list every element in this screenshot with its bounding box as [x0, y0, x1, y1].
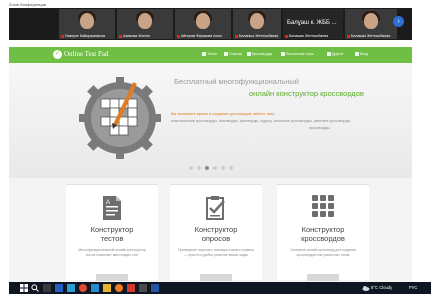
- app-icon[interactable]: [151, 284, 159, 292]
- mic-muted-icon: [119, 34, 122, 38]
- cloud-icon: [362, 286, 370, 291]
- taskbar: 8°C Cloudy РУС: [9, 282, 431, 294]
- card-button[interactable]: [200, 274, 232, 281]
- language-indicator[interactable]: РУС: [409, 285, 417, 290]
- hero-title: Бесплатный многофункциональный: [174, 77, 299, 86]
- mic-muted-icon: [61, 34, 64, 38]
- powerpoint-app-icon[interactable]: [127, 284, 135, 292]
- hero-description-end: кроссворды: [309, 126, 330, 130]
- participant-face: [196, 13, 210, 29]
- participant-tile[interactable]: Назерке Кайыржанкызы: [59, 9, 115, 39]
- mic-muted-icon: [235, 34, 238, 38]
- mic-muted-icon: [285, 34, 288, 38]
- logo-mark-icon: ✓: [53, 50, 62, 59]
- site-nav: ✓ Online Test Pad Тесты Опросы Кроссворды…: [9, 47, 412, 63]
- participant-name: Баланша Жетпысбаева: [239, 34, 279, 38]
- video-strip: Назерке Кайыржанкызы Азимова Жанна Айгер…: [9, 8, 412, 40]
- card-surveys[interactable]: Конструктор опросов Проведение опросов с…: [170, 184, 262, 281]
- card-description: Многофункциональный онлайн конструктор: [78, 248, 146, 252]
- mic-muted-icon: [347, 34, 350, 38]
- app-icon[interactable]: [139, 284, 147, 292]
- weather-text[interactable]: 8°C Cloudy: [371, 285, 392, 290]
- card-description: Составьте онлайн кроссворд для создания: [290, 248, 356, 252]
- carousel-dot[interactable]: [204, 166, 209, 170]
- participant-face: [364, 13, 378, 29]
- hero-banner: Бесплатный многофункциональный онлайн ко…: [9, 63, 412, 178]
- checklist-icon: [206, 196, 225, 220]
- card-description: — просто и удобно решение ваших задач: [184, 253, 248, 257]
- card-title: тестов: [100, 234, 124, 243]
- web-page: ✓ Online Test Pad Тесты Опросы Кроссворды…: [9, 47, 412, 282]
- login-icon: [355, 52, 359, 57]
- participant-tile[interactable]: Балұаш к. ЖББ ... Балашах Жетпысбаева: [283, 9, 343, 39]
- card-crosswords[interactable]: Конструктор кроссвордов Составьте онлайн…: [277, 184, 369, 281]
- carousel-dot[interactable]: [196, 166, 201, 170]
- card-title: Конструктор: [194, 225, 238, 234]
- task-view-icon[interactable]: [43, 284, 51, 292]
- card-description: кроссвордов или различных типов: [296, 253, 350, 257]
- screen: Zoom Конференция Назерке Кайыржанкызы Аз…: [0, 0, 443, 298]
- nav-crosswords[interactable]: Кроссворды: [247, 52, 272, 57]
- document-icon: A: [103, 196, 121, 220]
- participant-name: Азимова Жанна: [123, 34, 150, 38]
- card-title: Конструктор: [90, 225, 134, 234]
- hero-tagline: Вы экономите время в создании кроссвордо…: [171, 112, 275, 116]
- firefox-app-icon[interactable]: [115, 284, 123, 292]
- participant-name: Балашах Жетпысбаева: [351, 34, 391, 38]
- card-description: Проведение опросов с помощью нашего серв…: [178, 248, 254, 252]
- carousel-dots: [9, 166, 412, 170]
- carousel-dot[interactable]: [212, 166, 217, 170]
- chrome-app-icon[interactable]: [79, 284, 87, 292]
- participant-tile[interactable]: Баланша Жетпысбаева: [233, 9, 281, 39]
- crosswords-icon: [247, 52, 251, 57]
- card-title: опросов: [201, 234, 231, 243]
- more-icon: [327, 52, 331, 57]
- mic-muted-icon: [177, 34, 180, 38]
- conference-title: Zoom Конференция: [9, 2, 46, 7]
- search-icon[interactable]: [31, 284, 39, 292]
- participant-face: [80, 13, 94, 29]
- puzzle-icon: [281, 52, 285, 57]
- grid-icon: [312, 195, 334, 217]
- card-button[interactable]: [307, 274, 339, 281]
- participant-big-name: Балұаш к. ЖББ ...: [287, 20, 337, 26]
- site-logo-text: Online Test Pad: [64, 50, 109, 59]
- nav-tests[interactable]: Тесты: [202, 52, 217, 57]
- participant-tile[interactable]: Айгерим Фиразова Асыл: [175, 9, 231, 39]
- participant-face: [138, 13, 152, 29]
- participant-face: [250, 13, 264, 29]
- nav-login[interactable]: Вход: [355, 52, 368, 57]
- edge-app-icon[interactable]: [91, 284, 99, 292]
- surveys-icon: [224, 52, 228, 57]
- svg-text:A: A: [106, 200, 110, 206]
- participant-tile[interactable]: Балашах Жетпысбаева: [345, 9, 397, 39]
- hero-subtitle: онлайн конструктор кроссвордов: [249, 89, 364, 98]
- participant-name: Балашах Жетпысбаева: [289, 34, 329, 38]
- card-tests[interactable]: A Конструктор тестов Многофункциональный…: [66, 184, 158, 281]
- chevron-right-icon[interactable]: ›: [393, 16, 404, 27]
- tests-icon: [202, 52, 206, 57]
- site-logo[interactable]: ✓ Online Test Pad: [53, 50, 109, 59]
- windows-start-icon[interactable]: [20, 284, 28, 292]
- file-explorer-icon[interactable]: [103, 284, 111, 292]
- card-button[interactable]: [96, 274, 128, 281]
- zoom-app-icon[interactable]: [67, 284, 75, 292]
- crossword-gear-icon: [79, 77, 161, 159]
- nav-other[interactable]: Другое: [327, 52, 343, 57]
- card-title: кроссвордов: [301, 234, 345, 243]
- participant-name: Назерке Кайыржанкызы: [65, 34, 106, 38]
- carousel-dot[interactable]: [188, 166, 193, 170]
- participant-name: Айгерим Фиразова Асыл: [181, 34, 223, 38]
- carousel-dot[interactable]: [228, 166, 233, 170]
- card-title: Конструктор: [301, 225, 345, 234]
- hero-description: классические кроссворды, сканворды, филв…: [171, 119, 351, 123]
- participant-tile[interactable]: Азимова Жанна: [117, 9, 173, 39]
- word-app-icon[interactable]: [55, 284, 63, 292]
- nav-surveys[interactable]: Опросы: [224, 52, 242, 57]
- card-description: тестов позволяет вам создать тест: [85, 253, 139, 257]
- nav-logic-games[interactable]: Логические игры: [281, 52, 314, 57]
- carousel-dot[interactable]: [220, 166, 225, 170]
